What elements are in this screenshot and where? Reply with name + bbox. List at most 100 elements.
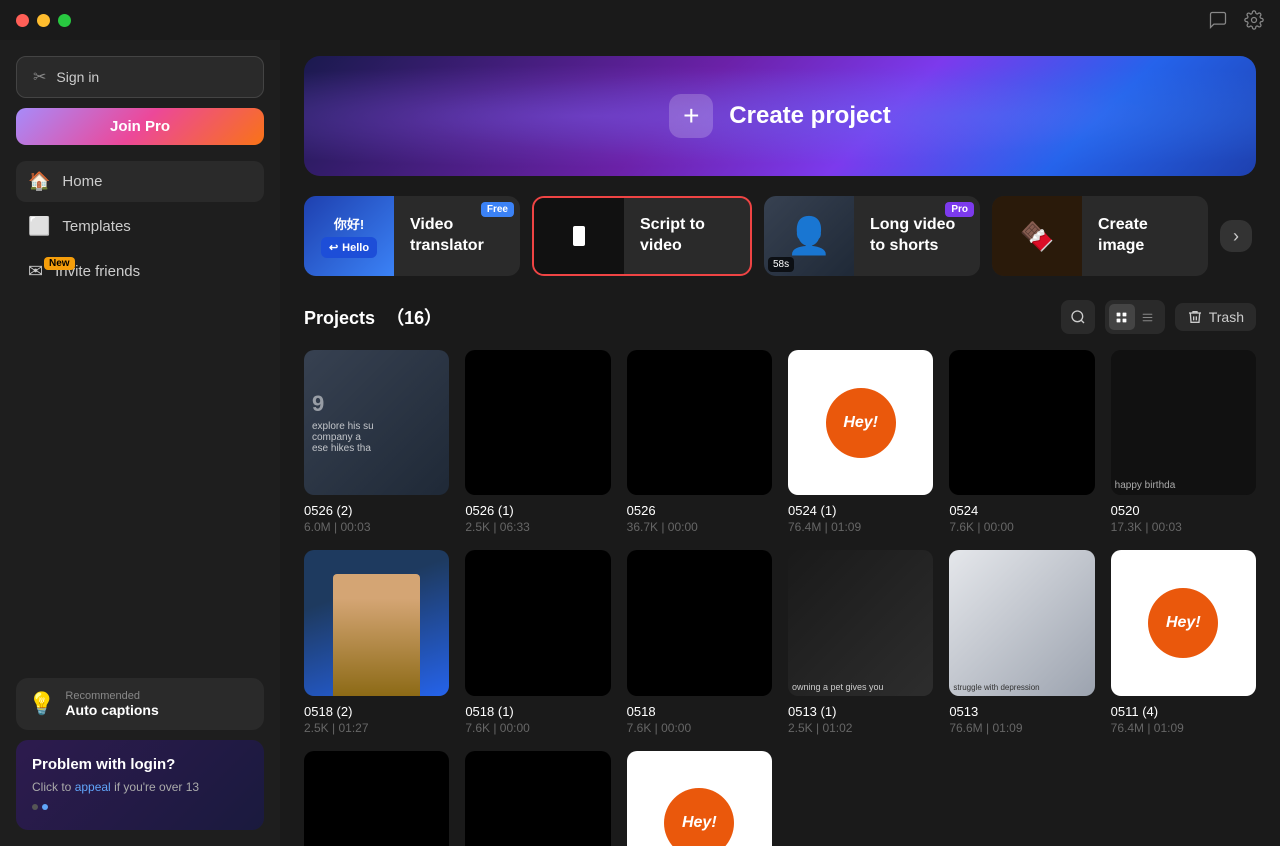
grid-view-button[interactable] bbox=[1109, 304, 1135, 330]
sign-in-label: Sign in bbox=[56, 69, 99, 85]
recommended-card[interactable]: 💡 Recommended Auto captions bbox=[16, 678, 264, 730]
project-name-p3: 0526 bbox=[627, 503, 772, 518]
project-thumb-p4: Hey! bbox=[788, 350, 933, 495]
project-thumb-p2 bbox=[465, 350, 610, 495]
feature-card-video-translator[interactable]: 你好! ↩ Hello Video translator Free bbox=[304, 196, 520, 276]
search-button[interactable] bbox=[1061, 300, 1095, 334]
project-name-p6: 0520 bbox=[1111, 503, 1256, 518]
project-thumb-p14 bbox=[465, 751, 610, 846]
project-thumb-p1: 9 explore his su company a ese hikes tha bbox=[304, 350, 449, 495]
p15-thumb-content: Hey! bbox=[627, 751, 772, 846]
sign-in-icon: ✂ bbox=[33, 67, 46, 87]
list-view-button[interactable] bbox=[1135, 304, 1161, 330]
project-card-p13[interactable]: 0511 (3) bbox=[304, 751, 449, 846]
recommended-label: Recommended bbox=[65, 690, 158, 702]
close-button[interactable] bbox=[16, 14, 29, 27]
sign-in-button[interactable]: ✂ Sign in bbox=[16, 56, 264, 98]
p7-thumb-content bbox=[304, 550, 449, 695]
templates-icon: ⬜ bbox=[28, 216, 50, 237]
hey-badge-p15: Hey! bbox=[664, 788, 734, 846]
sidebar-nav: 🏠 Home ⬜ Templates ✉ Invite friends New bbox=[16, 161, 264, 292]
project-card-p7[interactable]: 0518 (2) 2.5K | 01:27 bbox=[304, 550, 449, 734]
script-to-video-thumb bbox=[534, 196, 624, 276]
feature-cards: 你好! ↩ Hello Video translator Free bbox=[304, 196, 1256, 276]
project-thumb-p9 bbox=[627, 550, 772, 695]
sidebar-item-home[interactable]: 🏠 Home bbox=[16, 161, 264, 202]
project-meta-p10: 2.5K | 01:02 bbox=[788, 721, 933, 735]
hey-badge-p4: Hey! bbox=[826, 388, 896, 458]
sidebar-item-invite[interactable]: ✉ Invite friends New bbox=[16, 251, 264, 292]
minimize-button[interactable] bbox=[37, 14, 50, 27]
project-meta-p9: 7.6K | 00:00 bbox=[627, 721, 772, 735]
hey-badge-p12: Hey! bbox=[1148, 588, 1218, 658]
long-video-title: Long video to shorts bbox=[870, 215, 964, 257]
feature-card-script-to-video[interactable]: Script to video bbox=[532, 196, 752, 276]
feature-card-long-video[interactable]: 👤 58s Long video to shorts Pro bbox=[764, 196, 980, 276]
hero-banner[interactable]: + Create project bbox=[304, 56, 1256, 176]
sidebar-item-templates[interactable]: ⬜ Templates bbox=[16, 206, 264, 247]
create-image-title: Create image bbox=[1098, 215, 1192, 257]
maximize-button[interactable] bbox=[58, 14, 71, 27]
project-meta-p7: 2.5K | 01:27 bbox=[304, 721, 449, 735]
project-name-p9: 0518 bbox=[627, 704, 772, 719]
grid-icon bbox=[1115, 311, 1128, 324]
trash-button[interactable]: Trash bbox=[1175, 303, 1256, 331]
vt-hello: ↩ Hello bbox=[321, 237, 377, 258]
project-card-p15[interactable]: Hey! 0511 (1) bbox=[627, 751, 772, 846]
project-card-p4[interactable]: Hey! 0524 (1) 76.4M | 01:09 bbox=[788, 350, 933, 534]
problem-card-dots bbox=[32, 804, 248, 810]
problem-card-text: Click to appeal if you're over 13 bbox=[32, 779, 248, 796]
projects-count: （16） bbox=[386, 308, 442, 328]
traffic-lights bbox=[16, 14, 71, 27]
project-card-p11[interactable]: struggle with depression 0513 76.6M | 01… bbox=[949, 550, 1094, 734]
trash-label: Trash bbox=[1209, 309, 1244, 325]
sidebar-nav-templates-label: Templates bbox=[62, 218, 130, 235]
create-image-thumb: 🍫 bbox=[992, 196, 1082, 276]
lv-thumb-content: 👤 58s bbox=[764, 196, 854, 276]
project-card-p8[interactable]: 0518 (1) 7.6K | 00:00 bbox=[465, 550, 610, 734]
long-video-thumb: 👤 58s bbox=[764, 196, 854, 276]
feature-card-create-image[interactable]: 🍫 Create image bbox=[992, 196, 1208, 276]
project-card-p12[interactable]: Hey! 0511 (4) 76.4M | 01:09 bbox=[1111, 550, 1256, 734]
problem-card[interactable]: Problem with login? Click to appeal if y… bbox=[16, 740, 264, 830]
hero-title: Create project bbox=[729, 102, 890, 130]
appeal-link[interactable]: appeal bbox=[75, 780, 111, 794]
project-thumb-p12: Hey! bbox=[1111, 550, 1256, 695]
project-name-p2: 0526 (1) bbox=[465, 503, 610, 518]
chat-icon[interactable] bbox=[1208, 10, 1228, 30]
project-card-p10[interactable]: owning a pet gives you 0513 (1) 2.5K | 0… bbox=[788, 550, 933, 734]
project-name-p10: 0513 (1) bbox=[788, 704, 933, 719]
project-name-p8: 0518 (1) bbox=[465, 704, 610, 719]
project-card-p9[interactable]: 0518 7.6K | 00:00 bbox=[627, 550, 772, 734]
home-icon: 🏠 bbox=[28, 171, 50, 192]
project-meta-p6: 17.3K | 00:03 bbox=[1111, 520, 1256, 534]
projects-header: Projects （16） bbox=[304, 300, 1256, 334]
p1-thumb-content: 9 explore his su company a ese hikes tha bbox=[304, 350, 449, 495]
invite-icon: ✉ bbox=[28, 261, 43, 282]
p6-thumb-content: happy birthda bbox=[1111, 350, 1256, 495]
project-thumb-p7 bbox=[304, 550, 449, 695]
create-image-info: Create image bbox=[1082, 203, 1208, 269]
projects-grid: 9 explore his su company a ese hikes tha… bbox=[304, 350, 1256, 846]
project-name-p12: 0511 (4) bbox=[1111, 704, 1256, 719]
project-card-p1[interactable]: 9 explore his su company a ese hikes tha… bbox=[304, 350, 449, 534]
project-card-p5[interactable]: 0524 7.6K | 00:00 bbox=[949, 350, 1094, 534]
join-pro-button[interactable]: Join Pro bbox=[16, 108, 264, 145]
settings-icon[interactable] bbox=[1244, 10, 1264, 30]
recommended-text: Recommended Auto captions bbox=[65, 690, 158, 718]
project-card-p14[interactable]: 0511 (2) bbox=[465, 751, 610, 846]
project-card-p6[interactable]: happy birthda 0520 17.3K | 00:03 bbox=[1111, 350, 1256, 534]
project-meta-p3: 36.7K | 00:00 bbox=[627, 520, 772, 534]
project-meta-p12: 76.4M | 01:09 bbox=[1111, 721, 1256, 735]
project-card-p3[interactable]: 0526 36.7K | 00:00 bbox=[627, 350, 772, 534]
project-thumb-p3 bbox=[627, 350, 772, 495]
project-card-p2[interactable]: 0526 (1) 2.5K | 06:33 bbox=[465, 350, 610, 534]
feature-cards-next[interactable]: › bbox=[1220, 220, 1252, 252]
main-content: + Create project 你好! ↩ Hello V bbox=[280, 40, 1280, 846]
long-video-badge: Pro bbox=[945, 202, 974, 217]
video-translator-badge: Free bbox=[481, 202, 514, 217]
vt-chinese: 你好! bbox=[334, 214, 364, 233]
sv-thumb-content bbox=[534, 196, 624, 276]
recommended-title: Auto captions bbox=[65, 702, 158, 718]
project-name-p5: 0524 bbox=[949, 503, 1094, 518]
